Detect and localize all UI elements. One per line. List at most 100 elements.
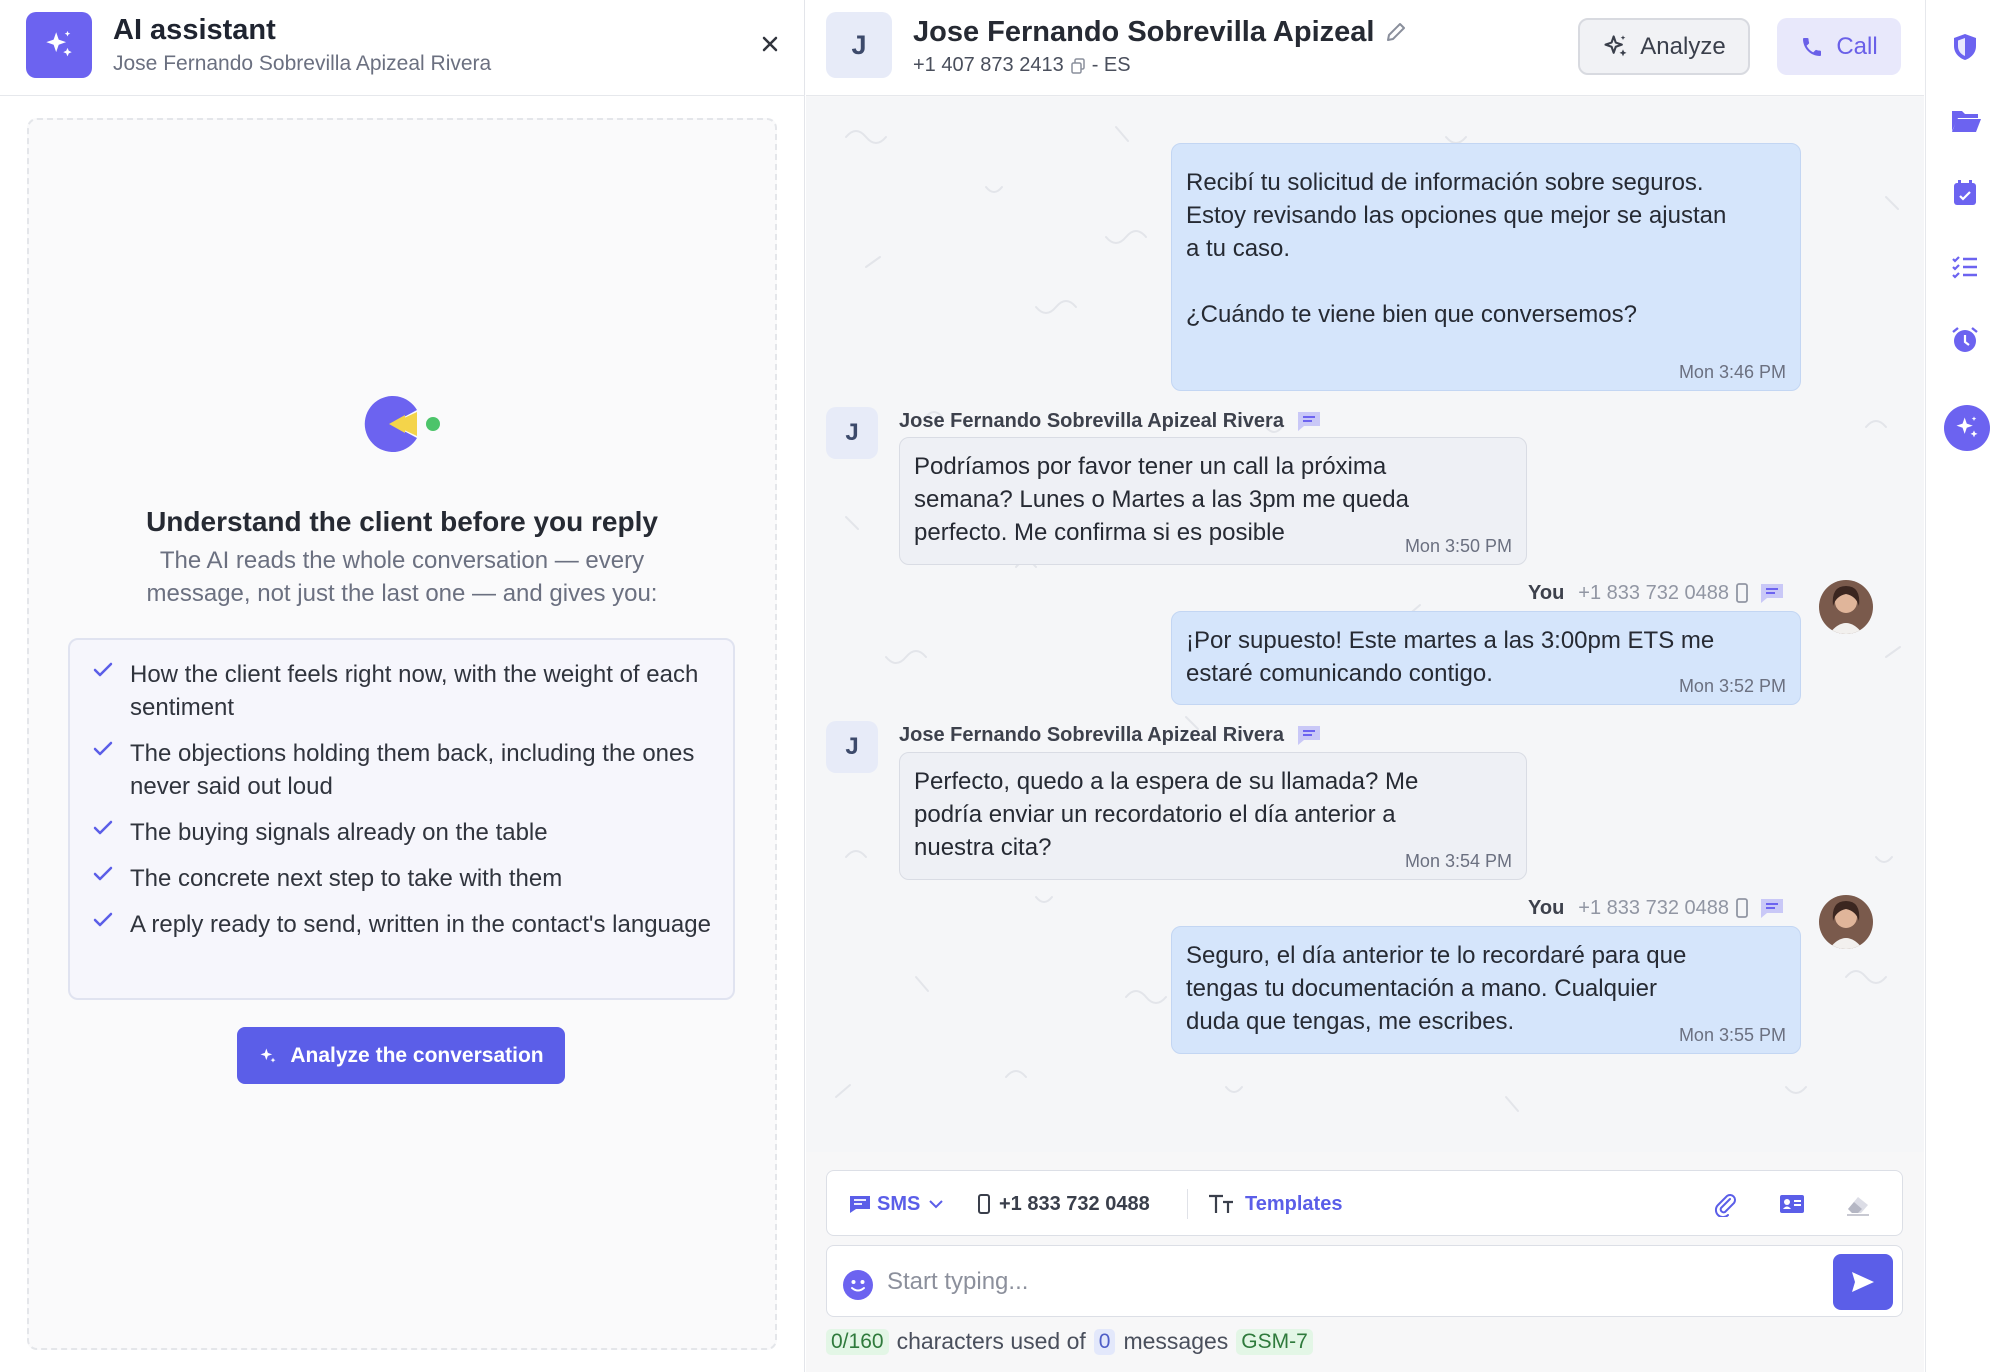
counter-text: characters used of	[896, 1328, 1086, 1354]
message-thread[interactable]: Recibí tu solicitud de información sobre…	[806, 97, 1924, 1152]
message-input[interactable]	[887, 1262, 1787, 1302]
feature-list: How the client feels right now, with the…	[68, 638, 735, 1000]
sparkle-icon	[260, 1048, 276, 1063]
message-text-line: podría enviar un recordatorio el día ant…	[914, 801, 1396, 828]
feature-text: How the client feels right now, with the…	[130, 661, 699, 721]
sender-avatar: J	[826, 721, 878, 773]
templates-button[interactable]: Templates	[1207, 1171, 1342, 1237]
call-button[interactable]: Call	[1777, 18, 1901, 75]
mobile-phone-icon	[1736, 898, 1748, 918]
feature-text: The buying signals already on the table	[130, 819, 548, 846]
ai-panel-title: AI assistant	[113, 14, 276, 46]
from-number-selector[interactable]: +1 833 732 0488	[977, 1171, 1150, 1237]
feature-item: The buying signals already on the table	[92, 816, 713, 849]
sender-avatar: J	[826, 407, 878, 459]
emoji-icon[interactable]	[843, 1270, 873, 1300]
agent-avatar	[1819, 580, 1873, 634]
contact-card-icon[interactable]	[1779, 1191, 1805, 1222]
copy-icon[interactable]	[1070, 57, 1086, 74]
channel-selector[interactable]: SMS	[849, 1171, 944, 1237]
sms-channel-icon	[1761, 899, 1783, 918]
sms-icon	[850, 1196, 870, 1213]
feature-text: The objections holding them back, includ…	[130, 740, 695, 800]
feature-item: A reply ready to send, written in the co…	[92, 908, 713, 941]
close-icon[interactable]	[756, 30, 784, 58]
calendar-icon[interactable]	[1950, 178, 1980, 208]
message-bubble-outgoing[interactable]: Recibí tu solicitud de información sobre…	[1171, 143, 1801, 391]
analyze-conversation-button[interactable]: Analyze the conversation	[237, 1027, 565, 1084]
chevron-down-icon	[929, 1200, 944, 1209]
sms-channel-icon	[1297, 412, 1320, 431]
message-count-badge: 0	[1093, 1328, 1116, 1355]
attachment-icon[interactable]	[1712, 1191, 1738, 1222]
feature-item: How the client feels right now, with the…	[92, 658, 713, 724]
sender-name: Jose Fernando Sobrevilla Apizeal Rivera	[899, 409, 1284, 432]
message-bubble-outgoing[interactable]: Seguro, el día anterior te lo recordaré …	[1171, 926, 1801, 1054]
character-counter: 0/160 characters used of 0 messages GSM-…	[826, 1328, 1321, 1355]
feature-text: The concrete next step to take with them	[130, 865, 563, 892]
chat-header: J Jose Fernando Sobrevilla Apizeal +1 40…	[806, 0, 1924, 96]
ai-empty-description: The AI reads the whole conversation — ev…	[146, 547, 658, 607]
message-timestamp: Mon 3:50 PM	[1404, 536, 1512, 556]
message-bubble-incoming[interactable]: Perfecto, quedo a la espera de su llamad…	[899, 752, 1527, 880]
ai-sparkle-icon[interactable]	[1944, 405, 1990, 451]
sender-you: You	[1528, 896, 1565, 919]
counter-text: messages	[1123, 1328, 1229, 1354]
message-text-line: tengas tu documentación a mano. Cualquie…	[1186, 975, 1657, 1002]
message-text-line	[1186, 265, 1786, 298]
toolbar-divider	[1187, 1189, 1188, 1219]
message-text-line: Perfecto, quedo a la espera de su llamad…	[914, 768, 1419, 795]
check-icon	[93, 912, 113, 927]
analyze-conversation-label: Analyze the conversation	[290, 1043, 544, 1067]
message-text-line: a tu caso.	[1186, 235, 1291, 262]
check-icon	[93, 866, 113, 881]
sender-name-line: Jose Fernando Sobrevilla Apizeal Rivera	[899, 409, 1322, 433]
check-icon	[93, 741, 113, 756]
contact-name[interactable]: Jose Fernando Sobrevilla Apizeal	[913, 16, 1374, 49]
contact-avatar[interactable]: J	[826, 12, 892, 78]
alarm-icon[interactable]	[1950, 325, 1980, 355]
right-tool-rail	[1925, 0, 2000, 1372]
agent-avatar	[1819, 895, 1873, 949]
message-bubble-incoming[interactable]: Podríamos por favor tener un call la pró…	[899, 437, 1527, 565]
message-timestamp: Mon 3:46 PM	[1678, 362, 1786, 382]
message-text-line: Podríamos por favor tener un call la pró…	[914, 453, 1387, 480]
char-count-badge: 0/160	[826, 1328, 889, 1355]
message-text-line: Seguro, el día anterior te lo recordaré …	[1186, 942, 1687, 969]
edit-pencil-icon[interactable]	[1384, 20, 1408, 49]
message-timestamp: Mon 3:52 PM	[1678, 676, 1786, 696]
sender-number: +1 833 732 0488	[1578, 896, 1729, 919]
check-icon	[93, 820, 113, 835]
analyze-button[interactable]: Analyze	[1578, 18, 1750, 75]
message-text-line: ¿Cuándo te viene bien que conversemos?	[1186, 301, 1637, 328]
from-number: +1 833 732 0488	[999, 1192, 1150, 1215]
sender-name: Jose Fernando Sobrevilla Apizeal Rivera	[899, 723, 1284, 746]
checklist-icon[interactable]	[1950, 252, 1980, 282]
message-timestamp: Mon 3:54 PM	[1404, 851, 1512, 871]
feature-text: A reply ready to send, written in the co…	[130, 911, 711, 938]
folder-icon[interactable]	[1950, 105, 1981, 135]
contact-phone: +1 407 873 2413	[913, 54, 1064, 76]
message-bubble-outgoing[interactable]: ¡Por supuesto! Este martes a las 3:00pm …	[1171, 611, 1801, 705]
send-button[interactable]	[1833, 1254, 1893, 1310]
sender-name-line: Jose Fernando Sobrevilla Apizeal Rivera	[899, 723, 1322, 747]
ai-empty-heading: Understand the client before you reply	[146, 506, 658, 537]
check-icon	[93, 662, 113, 677]
message-text-line: Estoy revisando las opciones que mejor s…	[1186, 202, 1727, 229]
eraser-icon[interactable]	[1844, 1191, 1872, 1222]
message-timestamp: Mon 3:55 PM	[1678, 1025, 1786, 1045]
ai-sparkle-icon	[26, 12, 92, 78]
sms-channel-icon	[1297, 726, 1320, 745]
mobile-phone-icon	[1736, 583, 1748, 603]
shield-icon[interactable]	[1950, 32, 1980, 62]
phone-icon	[1803, 37, 1822, 56]
message-text-line: Recibí tu solicitud de información sobre…	[1186, 169, 1704, 196]
encoding-badge: GSM-7	[1236, 1328, 1313, 1355]
text-format-icon	[1209, 1194, 1233, 1213]
templates-label: Templates	[1245, 1192, 1343, 1215]
message-text-line: ¡Por supuesto! Este martes a las 3:00pm …	[1186, 627, 1715, 654]
sparkle-icon	[1604, 34, 1627, 56]
sender-number: +1 833 732 0488	[1578, 581, 1729, 604]
chat-panel: J Jose Fernando Sobrevilla Apizeal +1 40…	[806, 0, 1924, 1372]
composer-toolbar: SMS +1 833 732 0488 Templates	[826, 1170, 1903, 1236]
